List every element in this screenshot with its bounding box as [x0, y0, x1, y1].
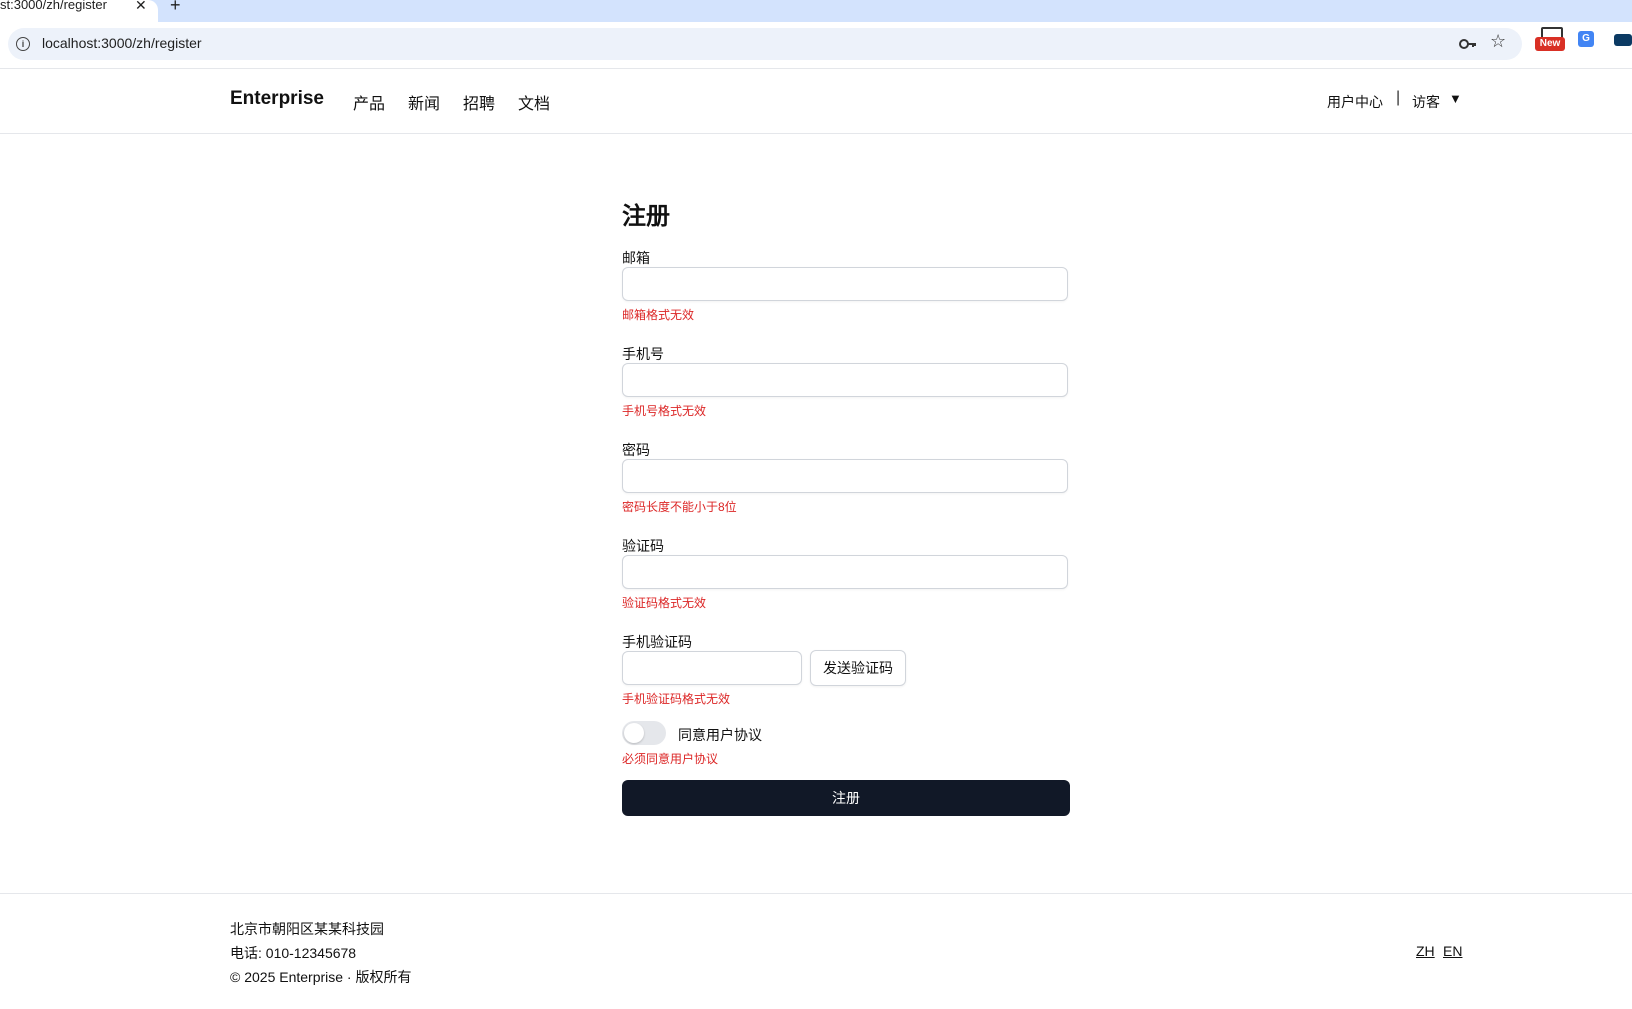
- site-header: Enterprise 产品 新闻 招聘 文档 用户中心 | 访客 ▼: [0, 69, 1632, 134]
- tab-close-icon[interactable]: ✕: [135, 0, 147, 14]
- browser-tab[interactable]: st:3000/zh/register ✕: [0, 0, 158, 22]
- url-text[interactable]: localhost:3000/zh/register: [42, 35, 202, 51]
- captcha-field[interactable]: [622, 555, 1068, 589]
- extension-new-badge: New: [1535, 37, 1565, 51]
- footer-copyright: © 2025 Enterprise · 版权所有: [230, 969, 412, 985]
- tab-title: st:3000/zh/register: [0, 0, 107, 12]
- browser-toolbar: i localhost:3000/zh/register ☆ New G: [0, 22, 1632, 69]
- lang-zh-link[interactable]: ZH: [1416, 943, 1435, 959]
- password-label: 密码: [622, 442, 650, 458]
- lang-en-link[interactable]: EN: [1443, 943, 1462, 959]
- nav-docs[interactable]: 文档: [518, 90, 550, 114]
- footer-phone: 电话: 010-12345678: [230, 945, 357, 961]
- captcha-error: 验证码格式无效: [622, 596, 707, 610]
- password-key-icon[interactable]: [1458, 34, 1478, 59]
- nav-news[interactable]: 新闻: [408, 90, 440, 114]
- bookmark-star-icon[interactable]: ☆: [1490, 31, 1506, 52]
- agreement-toggle[interactable]: [622, 721, 666, 745]
- email-error: 邮箱格式无效: [622, 308, 695, 322]
- password-error: 密码长度不能小于8位: [622, 500, 737, 514]
- user-center-link[interactable]: 用户中心: [1327, 92, 1383, 112]
- site-footer: 北京市朝阳区某某科技园 电话: 010-12345678 © 2025 Ente…: [0, 893, 1632, 1009]
- address-bar[interactable]: i localhost:3000/zh/register ☆: [8, 28, 1522, 60]
- register-submit-button[interactable]: 注册: [622, 780, 1070, 816]
- toggle-knob: [624, 723, 644, 743]
- brand-logo[interactable]: Enterprise: [230, 88, 324, 110]
- agreement-error: 必须同意用户协议: [622, 752, 719, 766]
- sms-code-field[interactable]: [622, 651, 802, 685]
- email-field[interactable]: [622, 267, 1068, 301]
- sms-code-label: 手机验证码: [622, 634, 692, 650]
- site-info-icon[interactable]: i: [16, 37, 30, 51]
- phone-field[interactable]: [622, 363, 1068, 397]
- phone-error: 手机号格式无效: [622, 404, 707, 418]
- page-title: 注册: [622, 203, 670, 230]
- sms-code-error: 手机验证码格式无效: [622, 692, 731, 706]
- password-field[interactable]: [622, 459, 1068, 493]
- footer-address: 北京市朝阳区某某科技园: [230, 921, 384, 937]
- new-tab-button[interactable]: +: [170, 0, 181, 16]
- nav-products[interactable]: 产品: [353, 90, 385, 114]
- header-separator: |: [1396, 89, 1401, 106]
- send-code-button[interactable]: 发送验证码: [810, 650, 906, 686]
- phone-label: 手机号: [622, 346, 664, 362]
- browser-tabstrip: st:3000/zh/register ✕ +: [0, 0, 1632, 22]
- agreement-label[interactable]: 同意用户协议: [678, 725, 762, 745]
- camera-extension-icon[interactable]: [1614, 34, 1632, 46]
- captcha-label: 验证码: [622, 538, 664, 554]
- visitor-menu[interactable]: 访客: [1412, 92, 1440, 112]
- nav-careers[interactable]: 招聘: [463, 90, 495, 114]
- translate-extension-icon[interactable]: G: [1578, 31, 1594, 47]
- email-label: 邮箱: [622, 250, 650, 266]
- main-nav: 产品 新闻 招聘 文档: [353, 90, 550, 114]
- extension-new-icon[interactable]: New: [1535, 27, 1565, 53]
- chevron-down-icon[interactable]: ▼: [1449, 91, 1462, 106]
